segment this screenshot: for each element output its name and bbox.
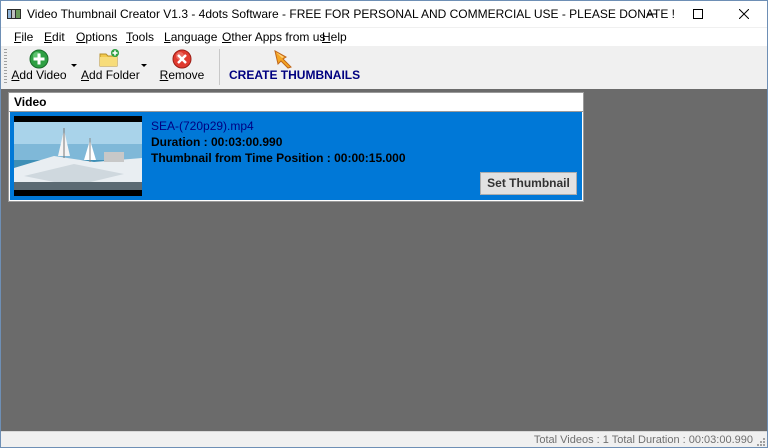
menu-tools[interactable]: Tools — [126, 30, 154, 44]
remove-button[interactable]: Remove — [157, 47, 207, 87]
remove-label: Remove — [159, 68, 205, 82]
app-logo-icon — [7, 9, 21, 19]
video-thumbnail-image — [14, 116, 142, 196]
add-video-icon — [29, 49, 49, 69]
menu-bar: File Edit Options Tools Language Other A… — [1, 28, 767, 46]
video-thumbnail — [14, 116, 142, 196]
set-thumbnail-button[interactable]: Set Thumbnail — [480, 172, 577, 195]
toolbar-separator — [219, 49, 220, 85]
minimize-icon — [647, 13, 657, 15]
status-text: Total Videos : 1 Total Duration : 00:03:… — [533, 434, 753, 446]
add-folder-button[interactable]: Add Folder — [81, 47, 140, 87]
menu-other-apps[interactable]: Other Apps from us — [222, 30, 325, 44]
menu-edit[interactable]: Edit — [44, 30, 65, 44]
video-info: SEA-(720p29).mp4 Duration : 00:03:00.990… — [151, 118, 406, 166]
workspace: Video SEA-(720p29).mp4 Duration: 00:03:… — [1, 89, 767, 431]
video-list-item[interactable]: SEA-(720p29).mp4 Duration : 00:03:00.990… — [10, 112, 582, 200]
menu-help[interactable]: Help — [322, 30, 347, 44]
title-bar: Video Thumbnail Creator V1.3 - 4dots Sof… — [1, 1, 767, 27]
video-duration: Duration : 00:03:00.990 — [151, 135, 283, 149]
add-video-dropdown-icon[interactable] — [71, 64, 77, 67]
close-button[interactable] — [721, 1, 767, 27]
toolbar: Add Video Add Folder Remove CREATE THUMB… — [1, 47, 767, 89]
create-thumbnails-icon — [274, 50, 292, 69]
video-filename: SEA-(720p29).mp4 — [151, 119, 254, 133]
maximize-button[interactable] — [675, 1, 721, 27]
video-column-label: Video — [14, 95, 47, 109]
close-icon — [739, 9, 749, 19]
minimize-button[interactable] — [629, 1, 675, 27]
video-list-panel: Video SEA-(720p29).mp4 Duration: 00:03:… — [8, 92, 584, 202]
add-folder-dropdown-icon[interactable] — [141, 64, 147, 67]
app-window: Video Thumbnail Creator V1.3 - 4dots Sof… — [0, 0, 768, 448]
remove-icon — [172, 49, 192, 69]
create-thumbnails-label: CREATE THUMBNAILS — [229, 68, 361, 82]
add-video-label: Add Video — [11, 68, 67, 82]
add-video-button[interactable]: Add Video — [11, 47, 67, 87]
status-bar: Total Videos : 1 Total Duration : 00:03:… — [1, 431, 767, 447]
video-column-header[interactable]: Video — [9, 93, 583, 112]
add-folder-label: Add Folder — [81, 68, 140, 82]
toolbar-grip[interactable] — [4, 49, 7, 85]
menu-file[interactable]: File — [14, 30, 33, 44]
maximize-icon — [693, 9, 703, 19]
create-thumbnails-button[interactable]: CREATE THUMBNAILS — [229, 47, 361, 87]
menu-language[interactable]: Language — [164, 30, 217, 44]
window-title: Video Thumbnail Creator V1.3 - 4dots Sof… — [27, 7, 675, 21]
menu-options[interactable]: Options — [76, 30, 117, 44]
resize-grip-icon[interactable] — [756, 437, 766, 447]
thumbnail-time-position: Thumbnail from Time Position : 00:00:15.… — [151, 151, 406, 165]
add-folder-icon — [99, 49, 119, 67]
